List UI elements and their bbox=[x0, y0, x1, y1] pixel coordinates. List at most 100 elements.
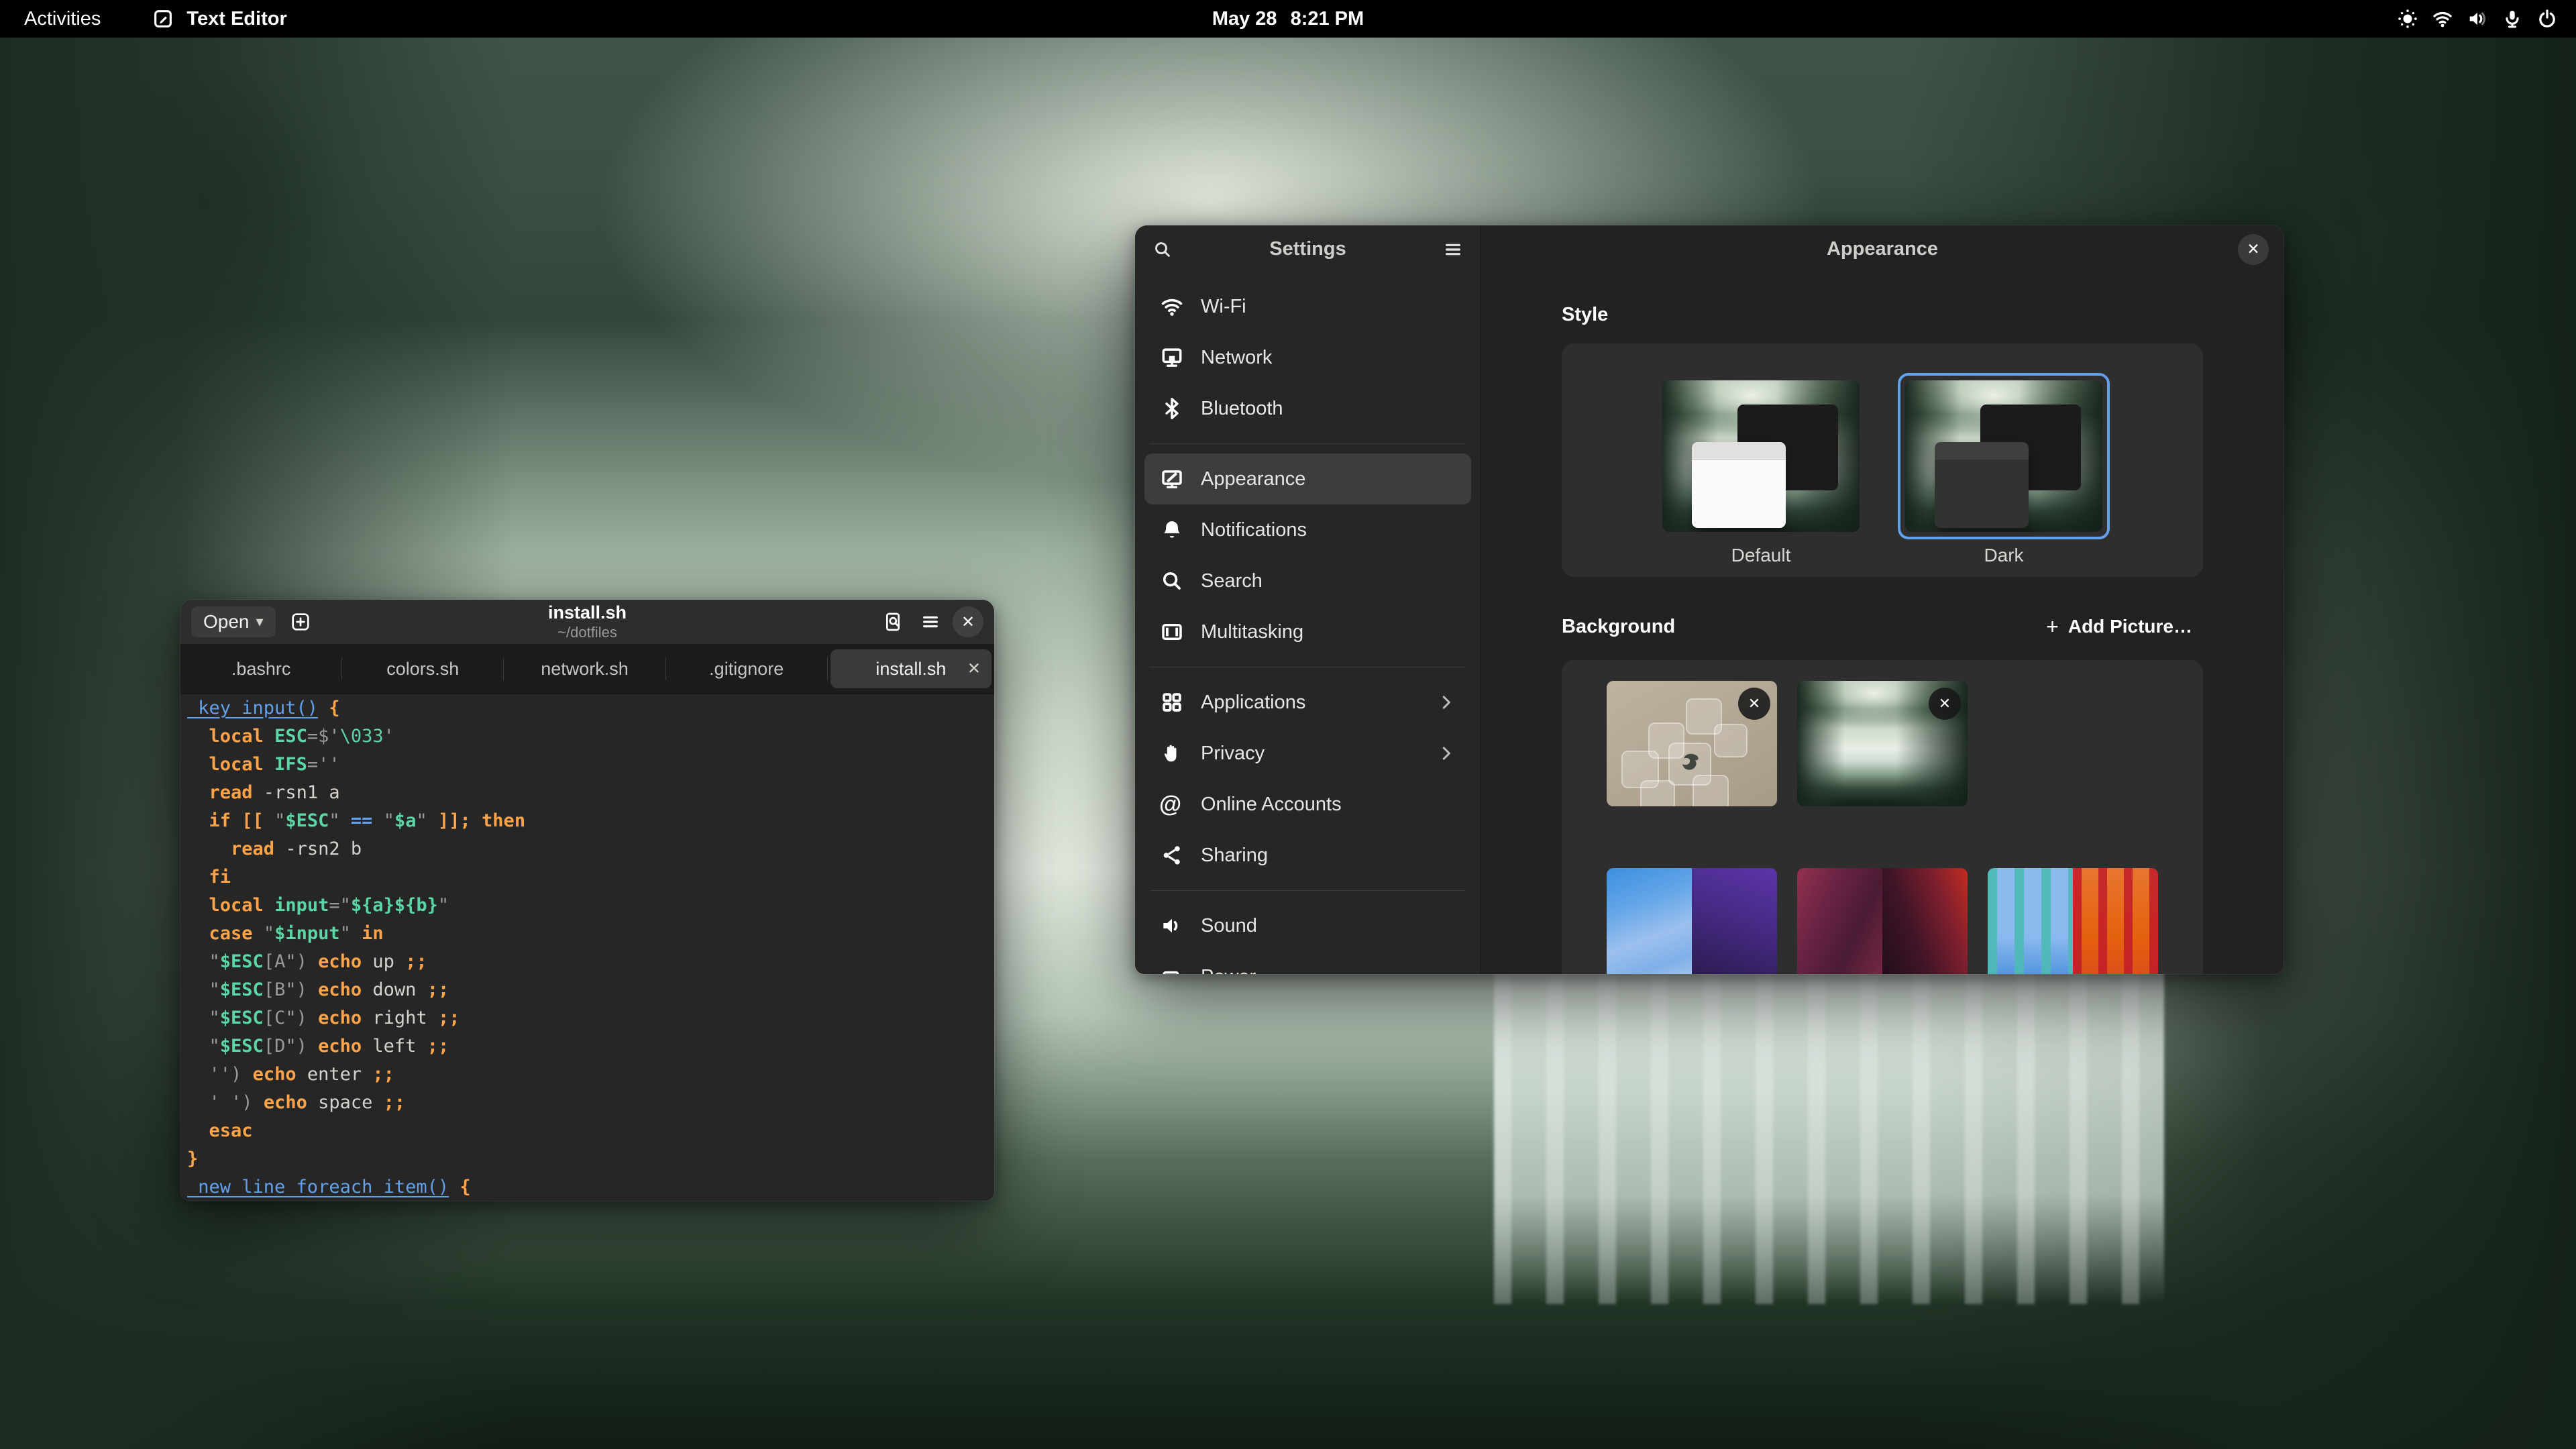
chevron-down-icon: ▾ bbox=[256, 613, 264, 631]
display-brightness-icon bbox=[2396, 7, 2419, 30]
tab-colors.sh[interactable]: colors.sh bbox=[342, 644, 503, 694]
code-line: local IFS='' bbox=[187, 751, 994, 779]
sidebar-item-search[interactable]: Search bbox=[1144, 555, 1471, 606]
tab-.bashrc[interactable]: .bashrc bbox=[180, 644, 341, 694]
settings-sidebar-headerbar[interactable]: Settings bbox=[1135, 225, 1481, 273]
wallpaper-thumb-forest-waterfall[interactable]: ✕ bbox=[1797, 681, 1968, 806]
sidebar-item-wi-fi[interactable]: Wi-Fi bbox=[1144, 281, 1471, 332]
system-status-area[interactable] bbox=[2396, 7, 2559, 30]
theme-label: Dark bbox=[1984, 545, 2023, 566]
theme-option-dark[interactable]: Dark bbox=[1898, 373, 2110, 577]
preset-light-half bbox=[1988, 868, 2073, 974]
multitasking-icon bbox=[1159, 619, 1185, 645]
settings-window: Settings Wi-FiNetworkBluetoothAppearance… bbox=[1135, 225, 2284, 974]
theme-label: Default bbox=[1731, 545, 1791, 566]
settings-panel-headerbar[interactable]: Appearance ✕ bbox=[1481, 225, 2284, 273]
preset-thumb-blue-orange-drips[interactable] bbox=[1988, 868, 2158, 974]
window-close-button[interactable]: ✕ bbox=[953, 606, 983, 637]
code-line: read -rsn2 b bbox=[187, 835, 994, 863]
theme-preview-dark bbox=[1905, 380, 2102, 532]
new-tab-button[interactable] bbox=[285, 606, 316, 637]
theme-option-default[interactable]: Default bbox=[1655, 373, 1867, 577]
sidebar-item-label: Privacy bbox=[1201, 743, 1265, 765]
wallpaper-thumb-abstract-beige-dragon[interactable]: ✕ bbox=[1607, 681, 1777, 806]
settings-close-button[interactable]: ✕ bbox=[2238, 234, 2269, 265]
sidebar-item-label: Online Accounts bbox=[1201, 794, 1342, 816]
code-line: case "$input" in bbox=[187, 920, 994, 948]
code-line: ' ') echo space ;; bbox=[187, 1089, 994, 1117]
sidebar-item-appearance[interactable]: Appearance bbox=[1144, 453, 1471, 504]
code-line: read -rsn1 a bbox=[187, 779, 994, 807]
wifi-icon bbox=[2431, 7, 2454, 30]
top-bar: Activities Text Editor May 28 8:21 PM bbox=[0, 0, 2576, 38]
tab-label: .gitignore bbox=[709, 659, 784, 680]
preset-light-half bbox=[1607, 868, 1692, 974]
sidebar-item-applications[interactable]: Applications bbox=[1144, 677, 1471, 728]
code-line: "$ESC[A") echo up ;; bbox=[187, 948, 994, 976]
sidebar-item-label: Sharing bbox=[1201, 845, 1268, 867]
settings-menu-button[interactable] bbox=[1438, 234, 1468, 265]
preset-dark-half bbox=[1692, 868, 1777, 974]
sidebar-item-label: Wi-Fi bbox=[1201, 296, 1246, 318]
tab-install.sh[interactable]: install.sh✕ bbox=[830, 649, 991, 688]
privacy-icon bbox=[1159, 741, 1185, 766]
theme-preview-default bbox=[1662, 380, 1860, 532]
open-button[interactable]: Open ▾ bbox=[191, 606, 276, 637]
chevron-right-icon bbox=[1436, 692, 1456, 712]
activities-button[interactable]: Activities bbox=[24, 8, 101, 30]
sidebar-item-power[interactable]: Power bbox=[1144, 951, 1471, 974]
sidebar-item-label: Notifications bbox=[1201, 519, 1307, 541]
code-line: esac bbox=[187, 1117, 994, 1145]
focused-app-menu[interactable]: Text Editor bbox=[152, 7, 286, 30]
preset-wallpapers-row bbox=[1607, 868, 2158, 974]
settings-nav-list: Wi-Fi NetworkBluetooth Appearance Notificat… bbox=[1135, 273, 1481, 974]
code-line: "$ESC[D") echo left ;; bbox=[187, 1032, 994, 1061]
tab-.gitignore[interactable]: .gitignore bbox=[666, 644, 827, 694]
sidebar-item-label: Appearance bbox=[1201, 468, 1305, 490]
focused-app-name: Text Editor bbox=[186, 8, 286, 30]
volume-icon bbox=[2466, 7, 2489, 30]
style-section-heading: Style bbox=[1562, 304, 2203, 326]
sidebar-item-multitasking[interactable]: Multitasking bbox=[1144, 606, 1471, 657]
remove-wallpaper-button[interactable]: ✕ bbox=[1738, 688, 1770, 720]
text-editor-window: Open ▾ install.sh ~/dotfiles bbox=[180, 600, 994, 1201]
open-button-label: Open bbox=[203, 611, 250, 633]
sidebar-item-notifications[interactable]: Notifications bbox=[1144, 504, 1471, 555]
sidebar-item-label: Applications bbox=[1201, 692, 1305, 714]
settings-panel: Appearance ✕ Style Default Dark Backgroun… bbox=[1481, 225, 2284, 974]
preset-dark-half bbox=[1882, 868, 1968, 974]
style-options-card: Default Dark bbox=[1562, 343, 2203, 577]
plus-icon: + bbox=[2046, 616, 2059, 637]
tab-network.sh[interactable]: network.sh bbox=[504, 644, 665, 694]
settings-search-button[interactable] bbox=[1147, 234, 1178, 265]
clock-date: May 28 bbox=[1212, 8, 1277, 30]
remove-wallpaper-button[interactable]: ✕ bbox=[1929, 688, 1961, 720]
code-editor-area[interactable]: _key_input() { local ESC=$'\033' local I… bbox=[180, 694, 994, 1201]
sidebar-item-bluetooth[interactable]: Bluetooth bbox=[1144, 383, 1471, 434]
sidebar-divider bbox=[1150, 443, 1466, 444]
preset-thumb-blue-purple-geometric[interactable] bbox=[1607, 868, 1777, 974]
main-menu-button[interactable] bbox=[915, 606, 946, 637]
code-line: _new_line_foreach_item() { bbox=[187, 1173, 994, 1201]
sidebar-item-sharing[interactable]: Sharing bbox=[1144, 830, 1471, 881]
tab-label: network.sh bbox=[541, 659, 629, 680]
power-icon bbox=[2536, 7, 2559, 30]
sidebar-item-sound[interactable]: Sound bbox=[1144, 900, 1471, 951]
preset-thumb-dark-red-waves[interactable] bbox=[1797, 868, 1968, 974]
sidebar-item-network[interactable]: Network bbox=[1144, 332, 1471, 383]
sidebar-item-online-accounts[interactable]: @Online Accounts bbox=[1144, 779, 1471, 830]
clock[interactable]: May 28 8:21 PM bbox=[1212, 8, 1364, 30]
preview-button[interactable] bbox=[877, 606, 908, 637]
background-section-heading: Background bbox=[1562, 616, 1675, 638]
sidebar-item-privacy[interactable]: Privacy bbox=[1144, 728, 1471, 779]
ghost-tile bbox=[1714, 724, 1748, 757]
preview-front-window bbox=[1692, 442, 1786, 528]
new-tab-icon bbox=[290, 611, 311, 633]
microphone-icon bbox=[2501, 7, 2524, 30]
chevron-right-icon bbox=[1436, 743, 1456, 763]
code-line: "$ESC[C") echo right ;; bbox=[187, 1004, 994, 1032]
add-picture-button[interactable]: + Add Picture… bbox=[2035, 609, 2203, 644]
sidebar-item-label: Power bbox=[1201, 966, 1256, 975]
text-editor-headerbar[interactable]: Open ▾ install.sh ~/dotfiles bbox=[180, 600, 994, 644]
tab-close-icon[interactable]: ✕ bbox=[967, 659, 981, 679]
